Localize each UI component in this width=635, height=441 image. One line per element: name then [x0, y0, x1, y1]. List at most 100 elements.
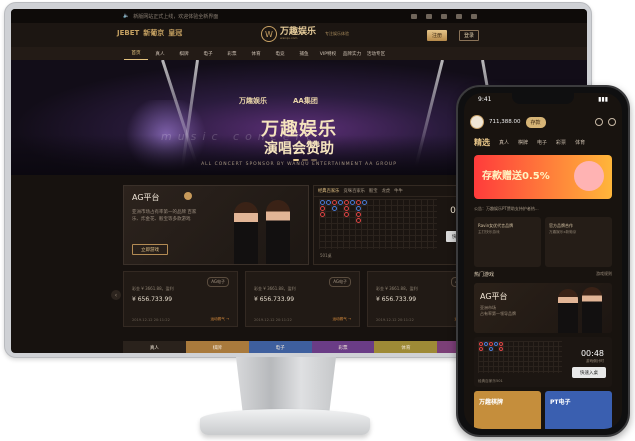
category-slots[interactable]: 电子: [248, 341, 312, 353]
ag-desc-line: 占有率第一领导品牌: [480, 311, 516, 316]
category-lottery[interactable]: 彩票: [311, 341, 375, 353]
table-number: 501桌: [320, 253, 332, 258]
mobile-icon[interactable]: [411, 13, 417, 19]
dealer-image: [234, 202, 258, 264]
avatar[interactable]: [470, 115, 484, 129]
login-button[interactable]: 登录: [459, 30, 479, 41]
tab-chess[interactable]: 棋牌: [518, 139, 528, 146]
countdown-label: 游戏倒计时: [586, 359, 604, 363]
road-bead: [362, 200, 367, 205]
balance-amount: 711,388.00: [489, 119, 521, 125]
dealer-image: [582, 287, 602, 333]
partner-logo: JEBET: [117, 29, 140, 37]
tab-sicbo[interactable]: 骰宝: [369, 188, 378, 194]
notice-text: 新版网站正式上线，欢迎体验全新界面: [133, 13, 219, 20]
tab-squeeze-baccarat[interactable]: 竞咪百家乐: [343, 188, 364, 194]
tab-featured[interactable]: 精选: [474, 137, 490, 148]
nav-item-sports[interactable]: 体育: [244, 47, 268, 60]
partner-logos: JEBET 新葡京 皇冠: [117, 28, 182, 38]
flag-icon[interactable]: [471, 13, 477, 19]
phone-mockup: 9:41 ▮▮▮ 711,388.00 存款 精选 真人 棋牌 电子 彩票 体育…: [456, 85, 630, 437]
category-chess[interactable]: 棋牌: [185, 341, 249, 353]
play-now-button[interactable]: 立即游戏: [132, 244, 168, 255]
nav-item-fishing[interactable]: 捕鱼: [292, 47, 316, 60]
mobile-ag-card[interactable]: AG平台 亚洲市场 占有率第一领导品牌: [474, 283, 612, 333]
road-map: [478, 341, 562, 373]
jackpot-balance: 彩金 ¥ 3661.88，盈利: [254, 286, 296, 291]
status-time: 9:41: [478, 96, 492, 103]
road-bead: [479, 347, 483, 351]
game-rules-link[interactable]: 游戏规则: [596, 271, 612, 278]
dealer-image: [266, 200, 290, 264]
category-sports[interactable]: 体育: [374, 341, 438, 353]
jackpot-date: 2019.12.12 20:11:22: [132, 318, 170, 322]
carousel-dot[interactable]: [302, 159, 308, 161]
tab-classic-baccarat[interactable]: 经典百家乐: [318, 188, 339, 194]
tab-sports[interactable]: 体育: [575, 139, 585, 146]
road-bead: [320, 206, 325, 211]
partner-card[interactable]: 官方品牌合作 万趣娱乐x新葡京: [545, 217, 612, 267]
nav-item-esports[interactable]: 电竞: [268, 47, 292, 60]
ambassador-card[interactable]: Ravin女优代言品牌 主打快乐游戏: [474, 217, 541, 267]
road-bead: [356, 218, 361, 223]
banner-brand-left: 万趣娱乐: [239, 97, 267, 105]
tab-niuniu[interactable]: 牛牛: [394, 188, 403, 194]
deposit-button[interactable]: 存款: [525, 116, 546, 128]
nav-item-promo[interactable]: 活动专区: [364, 47, 388, 60]
carousel-dots[interactable]: [293, 159, 317, 161]
jackpot-card[interactable]: AG电子 彩金 ¥ 3661.88，盈利 ¥ 656.733.99 2019.1…: [123, 271, 238, 327]
chip-icon: [184, 192, 192, 200]
road-map: [319, 199, 437, 249]
promo-banner[interactable]: 存款赠送0.5%: [474, 155, 612, 199]
road-bead: [489, 342, 493, 346]
banner-brands: 万趣娱乐 AA集团: [239, 96, 318, 106]
nav-item-live[interactable]: 真人: [148, 47, 172, 60]
nav-item-home[interactable]: 首页: [124, 47, 148, 60]
category-live[interactable]: 真人: [123, 341, 186, 353]
quick-join-button[interactable]: 快速入桌: [572, 367, 606, 378]
message-icon[interactable]: [595, 118, 603, 126]
road-bead: [499, 342, 503, 346]
tab-dragon-tiger[interactable]: 龙虎: [382, 188, 391, 194]
carousel-dot[interactable]: [311, 159, 317, 161]
partner-logo: 皇冠: [168, 29, 183, 37]
mail-icon[interactable]: [456, 13, 462, 19]
carousel-dot[interactable]: [293, 159, 299, 161]
nav-item-slots[interactable]: 电子: [196, 47, 220, 60]
hot-games-title: 热门游戏: [474, 272, 495, 278]
mobile-notice[interactable]: 公告：万趣娱乐PT赞助支持护者热...: [474, 206, 614, 212]
game-tile-chess[interactable]: 万趣棋牌: [474, 391, 541, 429]
monitor-base: [200, 409, 370, 435]
wechat-icon[interactable]: [441, 13, 447, 19]
jackpot-action-link[interactable]: 运动赛气 →: [332, 317, 351, 322]
tab-lottery[interactable]: 彩票: [556, 139, 566, 146]
card-note: 万趣娱乐x新葡京: [549, 230, 577, 234]
nav-item-lottery[interactable]: 彩票: [220, 47, 244, 60]
dealer-image: [558, 289, 578, 333]
support-icon[interactable]: [608, 118, 616, 126]
mobile-game-tiles: 万趣棋牌 PT电子: [474, 391, 612, 429]
nav-item-brand[interactable]: 品牌实力: [340, 47, 364, 60]
jackpot-balance: 彩金 ¥ 3661.88，盈利: [132, 286, 174, 291]
game-tile-pt[interactable]: PT电子: [545, 391, 612, 429]
ag-title: AG平台: [132, 193, 160, 202]
jackpot-amount: ¥ 656.733.99: [254, 296, 295, 303]
jackpot-amount: ¥ 656.733.99: [376, 296, 417, 303]
nav-item-vip[interactable]: VIP特权: [316, 47, 340, 60]
tab-live[interactable]: 真人: [499, 139, 509, 146]
prev-arrow-icon[interactable]: ‹: [111, 290, 121, 300]
signup-button[interactable]: 注册: [427, 30, 447, 41]
tab-slots[interactable]: 电子: [537, 139, 547, 146]
site-logo[interactable]: W 万趣娱乐 wanqu.com 专注娱乐体验: [261, 26, 349, 42]
mobile-tabs: 精选 真人 棋牌 电子 彩票 体育: [464, 135, 622, 149]
speaker-icon: 🔈: [123, 13, 130, 19]
road-bead: [350, 200, 355, 205]
qq-icon[interactable]: [426, 13, 432, 19]
jackpot-action-link[interactable]: 运动赛气 →: [210, 317, 229, 322]
ag-platform-card[interactable]: AG平台 亚洲市场占有率第一的品牌 百家乐、炸金花、骰宝等多款游戏 立即游戏: [123, 185, 309, 265]
nav-item-chess[interactable]: 棋牌: [172, 47, 196, 60]
road-bead: [356, 212, 361, 217]
jackpot-card[interactable]: AG电子 彩金 ¥ 3661.88，盈利 ¥ 656.733.99 2019.1…: [245, 271, 360, 327]
road-bead: [320, 212, 325, 217]
top-bar: 🔈 新版网站正式上线，欢迎体验全新界面: [11, 9, 587, 23]
